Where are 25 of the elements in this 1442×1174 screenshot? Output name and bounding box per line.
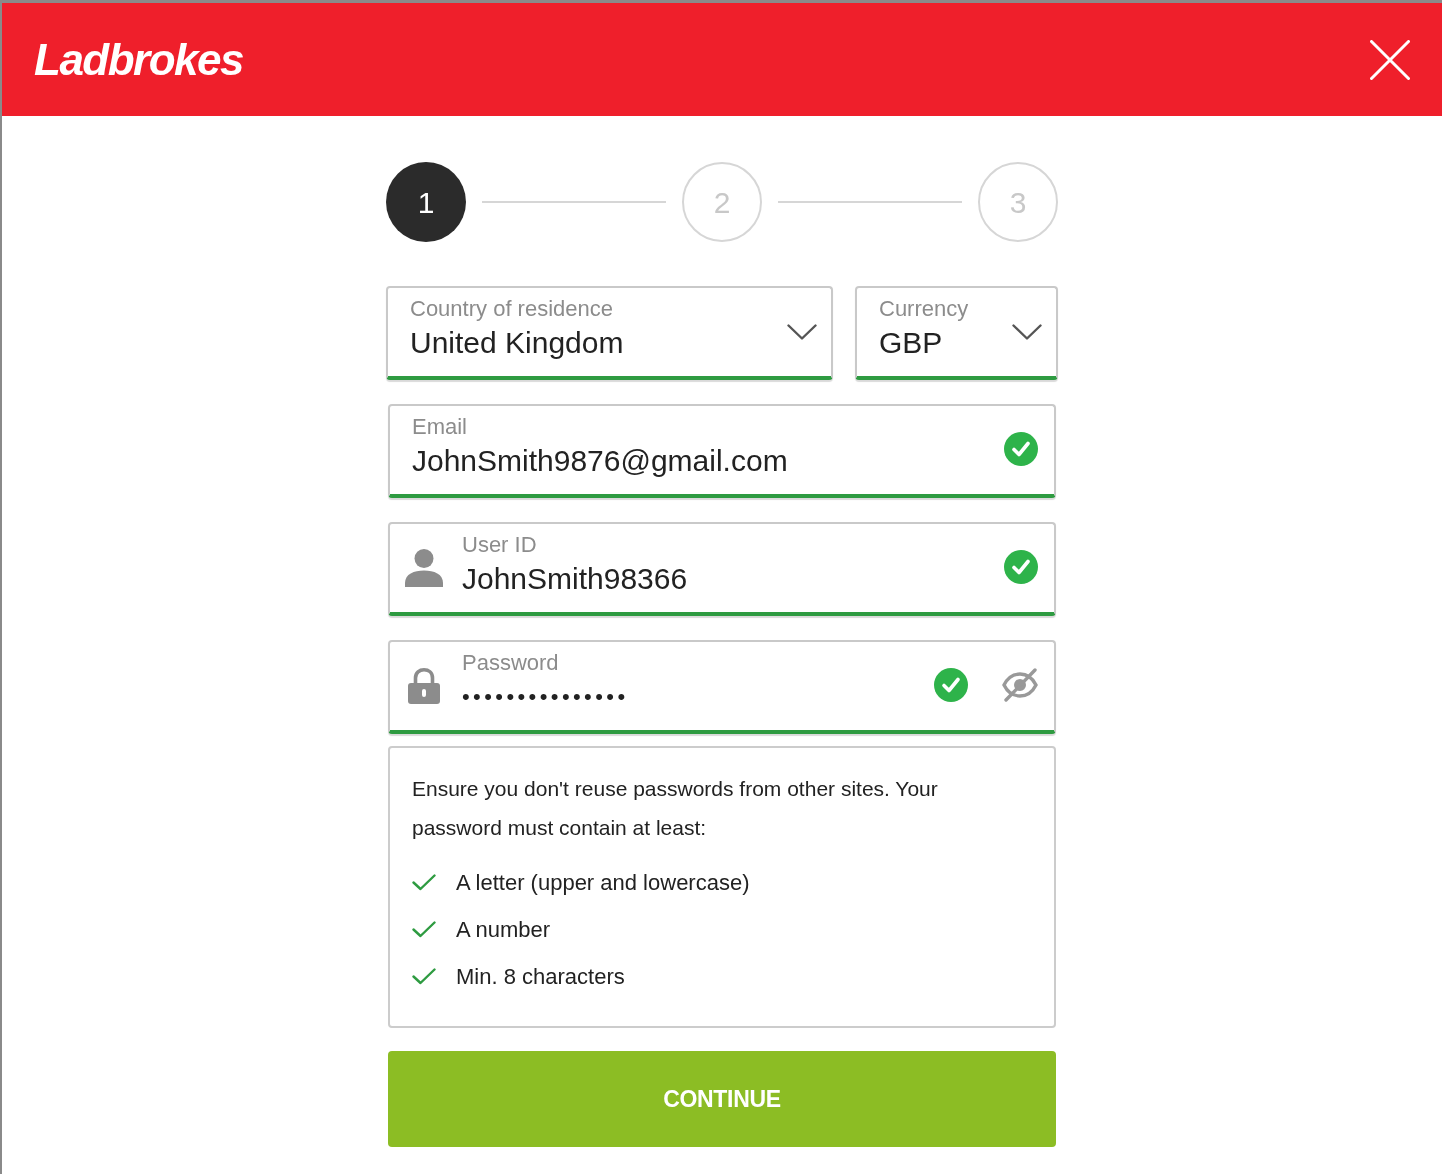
- field-label: Email: [412, 414, 467, 440]
- user-id-field[interactable]: User ID JohnSmith98366: [388, 522, 1056, 616]
- step-indicator: 1: [386, 162, 466, 242]
- chevron-down-icon: [1012, 324, 1042, 340]
- password-field[interactable]: Password •••••••••••••••: [388, 640, 1056, 734]
- requirement-text: A letter (upper and lowercase): [456, 868, 750, 897]
- currency-select[interactable]: Currency GBP: [855, 286, 1058, 380]
- logo[interactable]: Ladbrokes: [34, 37, 243, 82]
- field-label: Password: [462, 650, 559, 676]
- requirement-text: A number: [456, 915, 551, 944]
- lock-icon: [408, 668, 440, 704]
- requirement-text: Min. 8 characters: [456, 962, 625, 991]
- check-circle-icon: [1004, 550, 1038, 584]
- chevron-down-icon: [787, 324, 817, 340]
- person-icon: [405, 549, 443, 587]
- eye-slash-icon[interactable]: [1002, 668, 1038, 702]
- check-circle-icon: [1004, 432, 1038, 466]
- hint-text: Ensure you don't reuse passwords from other sites. Your password must contain at least:: [412, 776, 939, 841]
- field-label: User ID: [462, 532, 537, 558]
- country-select[interactable]: Country of residence United Kingdom: [386, 286, 833, 380]
- field-label: Country of residence: [410, 296, 613, 322]
- email-field[interactable]: Email JohnSmith9876@gmail.com: [388, 404, 1056, 498]
- field-label: Currency: [879, 296, 969, 322]
- check-circle-icon: [934, 668, 968, 702]
- close-icon[interactable]: [1370, 39, 1410, 80]
